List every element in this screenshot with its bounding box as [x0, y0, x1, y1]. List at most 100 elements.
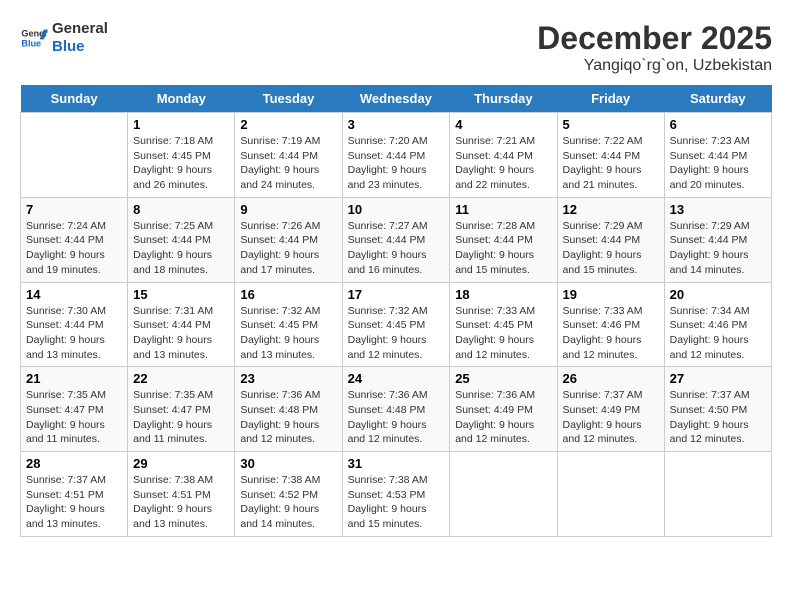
cell-details: Sunrise: 7:23 AMSunset: 4:44 PMDaylight:…	[670, 134, 766, 193]
date-number: 27	[670, 371, 766, 386]
day-header-thursday: Thursday	[450, 85, 557, 113]
calendar-cell	[450, 452, 557, 537]
cell-details: Sunrise: 7:18 AMSunset: 4:45 PMDaylight:…	[133, 134, 229, 193]
cell-details: Sunrise: 7:36 AMSunset: 4:48 PMDaylight:…	[240, 388, 336, 447]
cell-details: Sunrise: 7:37 AMSunset: 4:50 PMDaylight:…	[670, 388, 766, 447]
calendar-cell: 17 Sunrise: 7:32 AMSunset: 4:45 PMDayligh…	[342, 282, 450, 367]
cell-details: Sunrise: 7:29 AMSunset: 4:44 PMDaylight:…	[563, 219, 659, 278]
week-row-2: 7 Sunrise: 7:24 AMSunset: 4:44 PMDaylight…	[21, 197, 772, 282]
date-number: 11	[455, 202, 551, 217]
day-header-monday: Monday	[128, 85, 235, 113]
cell-details: Sunrise: 7:20 AMSunset: 4:44 PMDaylight:…	[348, 134, 445, 193]
date-number: 17	[348, 287, 445, 302]
calendar-cell: 20 Sunrise: 7:34 AMSunset: 4:46 PMDayligh…	[664, 282, 771, 367]
calendar-cell	[557, 452, 664, 537]
calendar-cell: 6 Sunrise: 7:23 AMSunset: 4:44 PMDaylight…	[664, 113, 771, 198]
calendar-cell: 23 Sunrise: 7:36 AMSunset: 4:48 PMDayligh…	[235, 367, 342, 452]
cell-details: Sunrise: 7:30 AMSunset: 4:44 PMDaylight:…	[26, 304, 122, 363]
cell-details: Sunrise: 7:38 AMSunset: 4:52 PMDaylight:…	[240, 473, 336, 532]
logo-general: General	[52, 20, 108, 38]
date-number: 26	[563, 371, 659, 386]
date-number: 7	[26, 202, 122, 217]
cell-details: Sunrise: 7:36 AMSunset: 4:49 PMDaylight:…	[455, 388, 551, 447]
calendar-cell: 29 Sunrise: 7:38 AMSunset: 4:51 PMDayligh…	[128, 452, 235, 537]
title-block: December 2025 Yangiqo`rg`on, Uzbekistan	[537, 20, 772, 75]
cell-details: Sunrise: 7:36 AMSunset: 4:48 PMDaylight:…	[348, 388, 445, 447]
calendar-cell: 25 Sunrise: 7:36 AMSunset: 4:49 PMDayligh…	[450, 367, 557, 452]
cell-details: Sunrise: 7:26 AMSunset: 4:44 PMDaylight:…	[240, 219, 336, 278]
date-number: 1	[133, 117, 229, 132]
calendar-cell: 24 Sunrise: 7:36 AMSunset: 4:48 PMDayligh…	[342, 367, 450, 452]
date-number: 22	[133, 371, 229, 386]
date-number: 29	[133, 456, 229, 471]
cell-details: Sunrise: 7:28 AMSunset: 4:44 PMDaylight:…	[455, 219, 551, 278]
date-number: 31	[348, 456, 445, 471]
cell-details: Sunrise: 7:35 AMSunset: 4:47 PMDaylight:…	[133, 388, 229, 447]
cell-details: Sunrise: 7:27 AMSunset: 4:44 PMDaylight:…	[348, 219, 445, 278]
cell-details: Sunrise: 7:32 AMSunset: 4:45 PMDaylight:…	[240, 304, 336, 363]
cell-details: Sunrise: 7:33 AMSunset: 4:45 PMDaylight:…	[455, 304, 551, 363]
svg-text:Blue: Blue	[21, 38, 41, 48]
calendar-cell: 9Sunrise: 7:26 AMSunset: 4:44 PMDaylight…	[235, 197, 342, 282]
date-number: 23	[240, 371, 336, 386]
cell-details: Sunrise: 7:21 AMSunset: 4:44 PMDaylight:…	[455, 134, 551, 193]
calendar-cell: 30 Sunrise: 7:38 AMSunset: 4:52 PMDayligh…	[235, 452, 342, 537]
date-number: 25	[455, 371, 551, 386]
calendar-cell: 27 Sunrise: 7:37 AMSunset: 4:50 PMDayligh…	[664, 367, 771, 452]
calendar-cell: 4 Sunrise: 7:21 AMSunset: 4:44 PMDaylight…	[450, 113, 557, 198]
page-header: General Blue General Blue December 2025 …	[20, 20, 772, 75]
cell-details: Sunrise: 7:32 AMSunset: 4:45 PMDaylight:…	[348, 304, 445, 363]
cell-details: Sunrise: 7:38 AMSunset: 4:51 PMDaylight:…	[133, 473, 229, 532]
day-header-saturday: Saturday	[664, 85, 771, 113]
week-row-3: 14 Sunrise: 7:30 AMSunset: 4:44 PMDayligh…	[21, 282, 772, 367]
cell-details: Sunrise: 7:25 AMSunset: 4:44 PMDaylight:…	[133, 219, 229, 278]
date-number: 5	[563, 117, 659, 132]
week-row-4: 21 Sunrise: 7:35 AMSunset: 4:47 PMDayligh…	[21, 367, 772, 452]
cell-details: Sunrise: 7:24 AMSunset: 4:44 PMDaylight:…	[26, 219, 122, 278]
calendar-cell: 1 Sunrise: 7:18 AMSunset: 4:45 PMDaylight…	[128, 113, 235, 198]
cell-details: Sunrise: 7:35 AMSunset: 4:47 PMDaylight:…	[26, 388, 122, 447]
date-number: 14	[26, 287, 122, 302]
calendar-cell: 28 Sunrise: 7:37 AMSunset: 4:51 PMDayligh…	[21, 452, 128, 537]
date-number: 28	[26, 456, 122, 471]
cell-details: Sunrise: 7:34 AMSunset: 4:46 PMDaylight:…	[670, 304, 766, 363]
calendar-cell: 11 Sunrise: 7:28 AMSunset: 4:44 PMDayligh…	[450, 197, 557, 282]
calendar-cell: 15Sunrise: 7:31 AMSunset: 4:44 PMDayligh…	[128, 282, 235, 367]
date-number: 21	[26, 371, 122, 386]
calendar-cell: 22 Sunrise: 7:35 AMSunset: 4:47 PMDayligh…	[128, 367, 235, 452]
cell-details: Sunrise: 7:37 AMSunset: 4:51 PMDaylight:…	[26, 473, 122, 532]
calendar-cell: 12 Sunrise: 7:29 AMSunset: 4:44 PMDayligh…	[557, 197, 664, 282]
date-number: 24	[348, 371, 445, 386]
subtitle: Yangiqo`rg`on, Uzbekistan	[537, 57, 772, 75]
week-row-1: 1 Sunrise: 7:18 AMSunset: 4:45 PMDaylight…	[21, 113, 772, 198]
cell-details: Sunrise: 7:29 AMSunset: 4:44 PMDaylight:…	[670, 219, 766, 278]
calendar-cell: 18 Sunrise: 7:33 AMSunset: 4:45 PMDayligh…	[450, 282, 557, 367]
cell-details: Sunrise: 7:19 AMSunset: 4:44 PMDaylight:…	[240, 134, 336, 193]
calendar-cell: 5 Sunrise: 7:22 AMSunset: 4:44 PMDaylight…	[557, 113, 664, 198]
calendar-cell: 26 Sunrise: 7:37 AMSunset: 4:49 PMDayligh…	[557, 367, 664, 452]
calendar-cell: 3Sunrise: 7:20 AMSunset: 4:44 PMDaylight…	[342, 113, 450, 198]
date-number: 16	[240, 287, 336, 302]
date-number: 6	[670, 117, 766, 132]
date-number: 30	[240, 456, 336, 471]
date-number: 13	[670, 202, 766, 217]
week-row-5: 28 Sunrise: 7:37 AMSunset: 4:51 PMDayligh…	[21, 452, 772, 537]
day-header-friday: Friday	[557, 85, 664, 113]
day-header-sunday: Sunday	[21, 85, 128, 113]
logo: General Blue General Blue	[20, 20, 108, 56]
calendar-cell: 8 Sunrise: 7:25 AMSunset: 4:44 PMDaylight…	[128, 197, 235, 282]
day-header-wednesday: Wednesday	[342, 85, 450, 113]
logo-icon: General Blue	[20, 24, 48, 52]
date-number: 18	[455, 287, 551, 302]
date-number: 8	[133, 202, 229, 217]
calendar-cell: 13 Sunrise: 7:29 AMSunset: 4:44 PMDayligh…	[664, 197, 771, 282]
cell-details: Sunrise: 7:37 AMSunset: 4:49 PMDaylight:…	[563, 388, 659, 447]
date-number: 2	[240, 117, 336, 132]
date-number: 4	[455, 117, 551, 132]
cell-details: Sunrise: 7:31 AMSunset: 4:44 PMDaylight:…	[133, 304, 229, 363]
calendar-cell	[664, 452, 771, 537]
calendar-cell: 2 Sunrise: 7:19 AMSunset: 4:44 PMDaylight…	[235, 113, 342, 198]
date-number: 12	[563, 202, 659, 217]
date-number: 20	[670, 287, 766, 302]
cell-details: Sunrise: 7:22 AMSunset: 4:44 PMDaylight:…	[563, 134, 659, 193]
